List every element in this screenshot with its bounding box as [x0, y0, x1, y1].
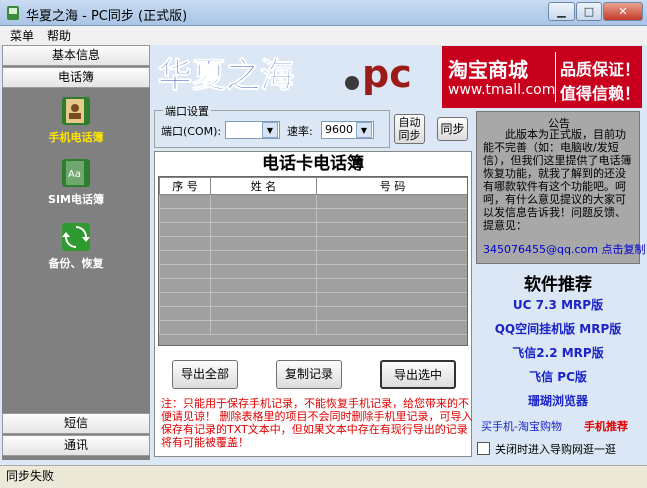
- window-title: 华夏之海 - PC同步 (正式版): [26, 9, 188, 24]
- port-group-label: 端口设置: [163, 103, 211, 119]
- sidebar-item-sim-contacts[interactable]: Aa SIM电话簿: [16, 157, 136, 207]
- sim-card-icon: Aa: [62, 159, 90, 187]
- sidebar-item-label: SIM电话簿: [48, 193, 104, 206]
- title-bar[interactable]: 华夏之海 - PC同步 (正式版) ▁ □ ✕: [0, 0, 647, 26]
- ad-divider: [555, 52, 556, 102]
- tab-sms[interactable]: 短信: [2, 413, 150, 434]
- contact-email: 345076455@qq.com: [483, 243, 598, 256]
- phonebook-panel: 电话卡电话簿 序 号 姓 名 号 码 导出全部 复制记录 导出选中 注：只能用于…: [154, 151, 473, 457]
- sidebar-item-backup-restore[interactable]: 备份、恢复: [16, 221, 136, 271]
- ad-brand: 淘宝商城: [448, 58, 528, 82]
- shopping-checkbox[interactable]: [477, 442, 490, 455]
- sync-button[interactable]: 同步: [437, 117, 468, 141]
- recommend-item-fetion-pc[interactable]: 飞信 PC版: [476, 368, 640, 385]
- logo-suffix: pc: [362, 52, 412, 96]
- recommend-item-qzone[interactable]: QQ空间挂机版 MRP版: [476, 320, 640, 337]
- recommend-item-uc[interactable]: UC 7.3 MRP版: [476, 296, 640, 313]
- export-all-button[interactable]: 导出全部: [172, 360, 238, 389]
- table-row[interactable]: [159, 250, 467, 265]
- chevron-down-icon[interactable]: ▼: [262, 122, 278, 138]
- copy-email-link[interactable]: 点击复制: [601, 243, 645, 256]
- table-row[interactable]: [159, 278, 467, 293]
- menu-help[interactable]: 帮助: [47, 27, 71, 44]
- export-selected-button[interactable]: 导出选中: [380, 360, 456, 389]
- logo-text: 华夏之海: [158, 56, 294, 96]
- notice-contact: 345076455@qq.com 点击复制: [483, 241, 645, 257]
- table-row[interactable]: [159, 264, 467, 279]
- recommend-item-fetion-mrp[interactable]: 飞信2.2 MRP版: [476, 344, 640, 361]
- port-label: 端口(COM):: [161, 125, 222, 138]
- sidebar: 基本信息 电话簿 手机电话簿 Aa SIM电话簿 备份、恢复 短信 通讯: [2, 45, 150, 460]
- phonebook-icon: [62, 97, 90, 125]
- column-header-number[interactable]: 号 码: [316, 177, 467, 195]
- svg-text:Aa: Aa: [68, 169, 81, 180]
- app-logo: 华夏之海 pc: [158, 52, 412, 97]
- tab-communication[interactable]: 通讯: [2, 435, 150, 456]
- sidebar-item-phone-contacts[interactable]: 手机电话簿: [16, 95, 136, 145]
- column-header-name[interactable]: 姓 名: [210, 177, 317, 195]
- table-row[interactable]: [159, 208, 467, 223]
- contacts-table[interactable]: 序 号 姓 名 号 码: [158, 176, 468, 346]
- recommend-item-browser[interactable]: 珊瑚浏览器: [476, 392, 640, 409]
- port-settings-group: 端口设置 端口(COM): ▼ 速率: 9600 ▼: [154, 103, 390, 148]
- column-header-index[interactable]: 序 号: [159, 177, 211, 195]
- maximize-button[interactable]: □: [576, 2, 602, 21]
- tab-basic-info[interactable]: 基本信息: [2, 45, 150, 66]
- usage-note: 注：只能用于保存手机记录，不能恢复手机记录，给您带来的不便请见谅！ 删除表格里的…: [161, 397, 473, 449]
- table-row[interactable]: [159, 194, 467, 209]
- rate-label: 速率:: [287, 125, 313, 138]
- status-bar: 同步失败: [0, 465, 647, 488]
- table-row[interactable]: [159, 292, 467, 307]
- menu-main[interactable]: 菜单: [10, 27, 34, 44]
- ad-url: www.tmall.com: [448, 82, 556, 98]
- tmall-ad-banner[interactable]: 淘宝商城 www.tmall.com 品质保证！ 值得信赖！: [442, 46, 642, 108]
- backup-restore-icon: [62, 223, 90, 251]
- ad-slogan-1: 品质保证！: [560, 60, 641, 79]
- tab-phonebook[interactable]: 电话簿: [2, 67, 150, 88]
- minimize-button[interactable]: ▁: [548, 2, 575, 21]
- table-row[interactable]: [159, 320, 467, 335]
- notice-body: 此版本为正式版，目前功能不完善（如：电脑收/发短信），但我们这里提供了电话簿恢复…: [483, 128, 632, 232]
- table-row[interactable]: [159, 222, 467, 237]
- close-button[interactable]: ✕: [603, 2, 643, 21]
- app-icon: [7, 6, 19, 20]
- table-row[interactable]: [159, 306, 467, 321]
- table-row[interactable]: [159, 236, 467, 251]
- sidebar-item-label: 备份、恢复: [48, 257, 104, 270]
- buy-phone-link[interactable]: 买手机-淘宝购物: [481, 418, 562, 434]
- copy-records-button[interactable]: 复制记录: [276, 360, 342, 389]
- shopping-checkbox-label: 关闭时进入导购网逛一逛: [495, 443, 616, 456]
- phonebook-title: 电话卡电话簿: [262, 154, 364, 174]
- phone-recommend-link[interactable]: 手机推荐: [584, 418, 628, 434]
- sidebar-item-label: 手机电话簿: [48, 131, 104, 144]
- menu-bar: 菜单 帮助: [0, 26, 647, 45]
- chevron-down-icon[interactable]: ▼: [356, 122, 372, 138]
- recommend-title: 软件推荐: [524, 275, 592, 295]
- notice-panel: 公告 此版本为正式版，目前功能不完善（如：电脑收/发短信），但我们这里提供了电话…: [476, 111, 645, 264]
- ad-slogan-2: 值得信赖！: [560, 84, 641, 103]
- auto-sync-button[interactable]: 自动 同步: [394, 114, 425, 144]
